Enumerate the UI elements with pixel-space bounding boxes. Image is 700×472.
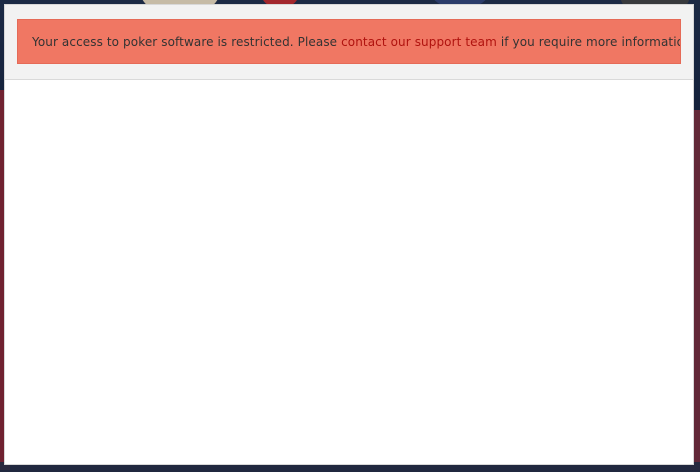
restriction-alert: Your access to poker software is restric…: [17, 19, 681, 64]
modal-body: [5, 80, 693, 464]
contact-support-link[interactable]: contact our support team: [341, 35, 497, 49]
restriction-modal: Your access to poker software is restric…: [4, 4, 694, 465]
alert-message-start: Your access to poker software is restric…: [32, 34, 338, 49]
alert-message-end: if you require more information.: [500, 34, 681, 49]
modal-header: Your access to poker software is restric…: [5, 5, 693, 80]
